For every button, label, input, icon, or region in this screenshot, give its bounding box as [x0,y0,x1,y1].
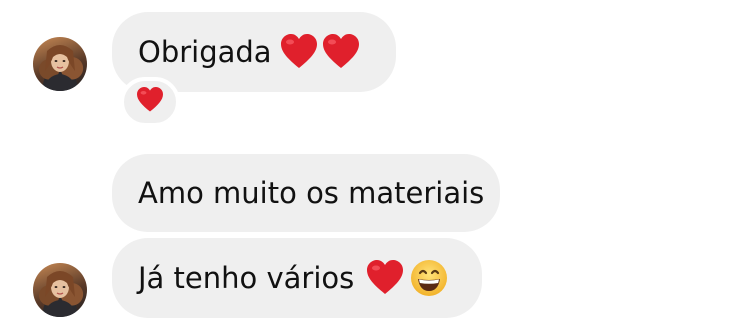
message-bubble[interactable]: Amo muito os materiais [112,154,500,232]
message-bubble[interactable]: Já tenho vários [112,238,482,318]
heart-emoji [280,34,318,70]
message-text: Já tenho vários [138,260,355,295]
heart-emoji [366,260,404,296]
heart-emoji [322,34,360,70]
sender-avatar[interactable] [33,263,87,317]
message-reaction[interactable] [120,77,180,127]
grinning-face-emoji [410,259,448,297]
sender-avatar[interactable] [33,37,87,91]
heart-emoji [136,87,164,117]
chat-thread: Obrigada Amo muito os materiais Já tenho… [0,0,750,326]
message-text: Obrigada [138,34,272,69]
message-text: Amo muito os materiais [138,175,485,210]
